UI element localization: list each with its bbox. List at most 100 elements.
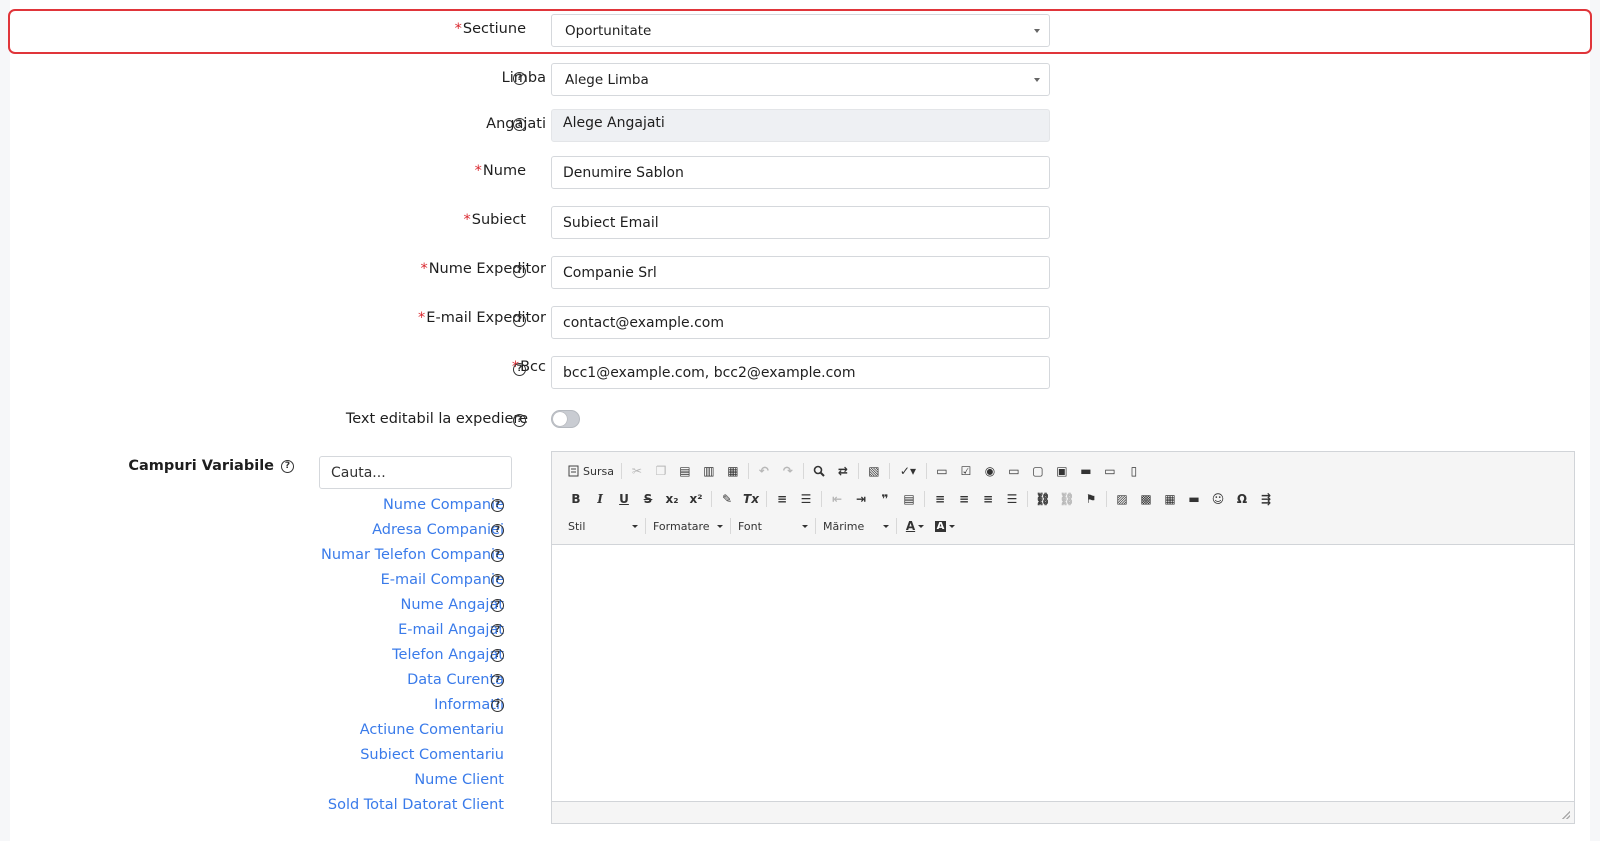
copy-icon[interactable]: ❐ (649, 460, 673, 482)
numbered-list-icon[interactable]: ≡ (770, 488, 794, 510)
special-char-icon[interactable]: Ω (1230, 488, 1254, 510)
align-right-icon[interactable]: ≡ (976, 488, 1000, 510)
horizontal-rule-icon[interactable]: ▬ (1182, 488, 1206, 510)
chevron-down-icon (1034, 78, 1040, 82)
nume-input[interactable]: Denumire Sablon (551, 156, 1050, 189)
variable-link[interactable]: E-mail Angajat (398, 622, 504, 638)
embed-icon[interactable]: ▩ (1134, 488, 1158, 510)
variable-link[interactable]: Telefon Angajat (392, 647, 504, 663)
cut-icon[interactable]: ✂ (625, 460, 649, 482)
subiect-input[interactable]: Subiect Email (551, 206, 1050, 239)
limba-select[interactable]: Alege Limba (551, 63, 1050, 96)
source-button[interactable]: Sursa (564, 465, 618, 478)
bold-icon[interactable]: B (564, 488, 588, 510)
align-left-icon[interactable]: ≡ (928, 488, 952, 510)
help-icon[interactable]: ? (491, 574, 504, 587)
variable-link[interactable]: E-mail Companie (381, 572, 504, 588)
variable-link[interactable]: Data Curenta (407, 672, 504, 688)
remove-format-icon[interactable]: Tx (739, 488, 763, 510)
find-icon[interactable] (807, 460, 831, 482)
paste-icon[interactable]: ▤ (673, 460, 697, 482)
size-combo[interactable]: Mărime (819, 516, 893, 536)
outdent-icon[interactable]: ⇤ (825, 488, 849, 510)
sectiune-select[interactable]: Oportunitate (551, 14, 1050, 47)
font-combo[interactable]: Font (734, 516, 812, 536)
unlink-icon[interactable]: ⛓ (1055, 488, 1079, 510)
replace-icon[interactable]: ⇄ (831, 460, 855, 482)
variable-link[interactable]: Actiune Comentariu (360, 722, 504, 738)
bg-color-button[interactable]: A (930, 515, 960, 537)
indent-icon[interactable]: ⇥ (849, 488, 873, 510)
bcc-input[interactable]: bcc1@example.com, bcc2@example.com (551, 356, 1050, 389)
text-editabil-toggle[interactable] (551, 410, 580, 428)
toolbar-separator (730, 518, 731, 534)
textarea-icon[interactable]: ▢ (1026, 460, 1050, 482)
checkbox-icon[interactable]: ☑ (954, 460, 978, 482)
paste-word-icon[interactable]: ▦ (721, 460, 745, 482)
page-break-icon[interactable]: ⇶ (1254, 488, 1278, 510)
textfield-icon[interactable]: ▭ (1002, 460, 1026, 482)
variable-link[interactable]: Nume Client (414, 772, 504, 788)
align-justify-icon[interactable]: ☰ (1000, 488, 1024, 510)
div-container-icon[interactable]: ▤ (897, 488, 921, 510)
hidden-field-icon[interactable]: ▯ (1122, 460, 1146, 482)
help-icon[interactable]: ? (491, 524, 504, 537)
help-icon[interactable]: ? (491, 674, 504, 687)
toolbar-row-1: Sursa ✂ ❐ ▤ ▥ ▦ ↶ ↷ ⇄ ▧ ✓▾ ▭ ☑ ◉ ▭ ▢ ▣ ▬… (564, 460, 1146, 482)
help-icon[interactable]: ? (513, 314, 526, 327)
select-field-icon[interactable]: ▣ (1050, 460, 1074, 482)
underline-icon[interactable]: U (612, 488, 636, 510)
angajati-select[interactable]: Alege Angajati (551, 109, 1050, 142)
anchor-flag-icon[interactable]: ⚑ (1079, 488, 1103, 510)
redo-icon[interactable]: ↷ (776, 460, 800, 482)
superscript-icon[interactable]: x² (684, 488, 708, 510)
variable-link[interactable]: Subiect Comentariu (360, 747, 504, 763)
email-expeditor-input[interactable]: contact@example.com (551, 306, 1050, 339)
copy-format-icon[interactable]: ✎ (715, 488, 739, 510)
source-icon (568, 465, 579, 477)
variable-link[interactable]: Adresa Companiei (372, 522, 504, 538)
select-all-icon[interactable]: ▧ (862, 460, 886, 482)
format-combo[interactable]: Formatare (649, 516, 727, 536)
undo-icon[interactable]: ↶ (752, 460, 776, 482)
style-combo[interactable]: Stil (564, 516, 642, 536)
variable-link[interactable]: Sold Total Datorat Client (328, 797, 504, 813)
text-color-button[interactable]: A (900, 515, 930, 537)
italic-icon[interactable]: I (588, 488, 612, 510)
smiley-icon[interactable]: ☺ (1206, 488, 1230, 510)
help-icon[interactable]: ? (513, 414, 526, 427)
link-icon[interactable]: ⛓ (1031, 488, 1055, 510)
help-icon[interactable]: ? (491, 624, 504, 637)
form-icon[interactable]: ▭ (930, 460, 954, 482)
help-icon[interactable]: ? (513, 363, 526, 376)
table-icon[interactable]: ▦ (1158, 488, 1182, 510)
paste-text-icon[interactable]: ▥ (697, 460, 721, 482)
help-icon[interactable]: ? (491, 649, 504, 662)
resize-handle-icon[interactable] (1562, 811, 1570, 819)
variables-search-input[interactable] (319, 456, 512, 489)
strikethrough-icon[interactable]: S (636, 488, 660, 510)
help-icon[interactable]: ? (281, 460, 294, 473)
help-icon[interactable]: ? (491, 699, 504, 712)
variable-link[interactable]: Nume Angajat (401, 597, 505, 613)
align-center-icon[interactable]: ≡ (952, 488, 976, 510)
bulleted-list-icon[interactable]: ☰ (794, 488, 818, 510)
text-editabil-label: Text editabil la expediere (345, 411, 528, 427)
help-icon[interactable]: ? (491, 499, 504, 512)
image-button-icon[interactable]: ▭ (1098, 460, 1122, 482)
variable-link[interactable]: Nume Companie (383, 497, 504, 513)
help-icon[interactable]: ? (491, 549, 504, 562)
image-icon[interactable]: ▨ (1110, 488, 1134, 510)
help-icon[interactable]: ? (513, 265, 526, 278)
spellcheck-icon[interactable]: ✓▾ (893, 460, 923, 482)
help-icon[interactable]: ? (513, 72, 526, 85)
editor-content-area[interactable] (552, 546, 1574, 806)
help-icon[interactable]: ? (513, 118, 526, 131)
nume-expeditor-input[interactable]: Companie Srl (551, 256, 1050, 289)
radio-icon[interactable]: ◉ (978, 460, 1002, 482)
button-field-icon[interactable]: ▬ (1074, 460, 1098, 482)
help-icon[interactable]: ? (491, 599, 504, 612)
variable-link[interactable]: Numar Telefon Companie (321, 547, 504, 563)
subscript-icon[interactable]: x₂ (660, 488, 684, 510)
blockquote-icon[interactable]: ❞ (873, 488, 897, 510)
